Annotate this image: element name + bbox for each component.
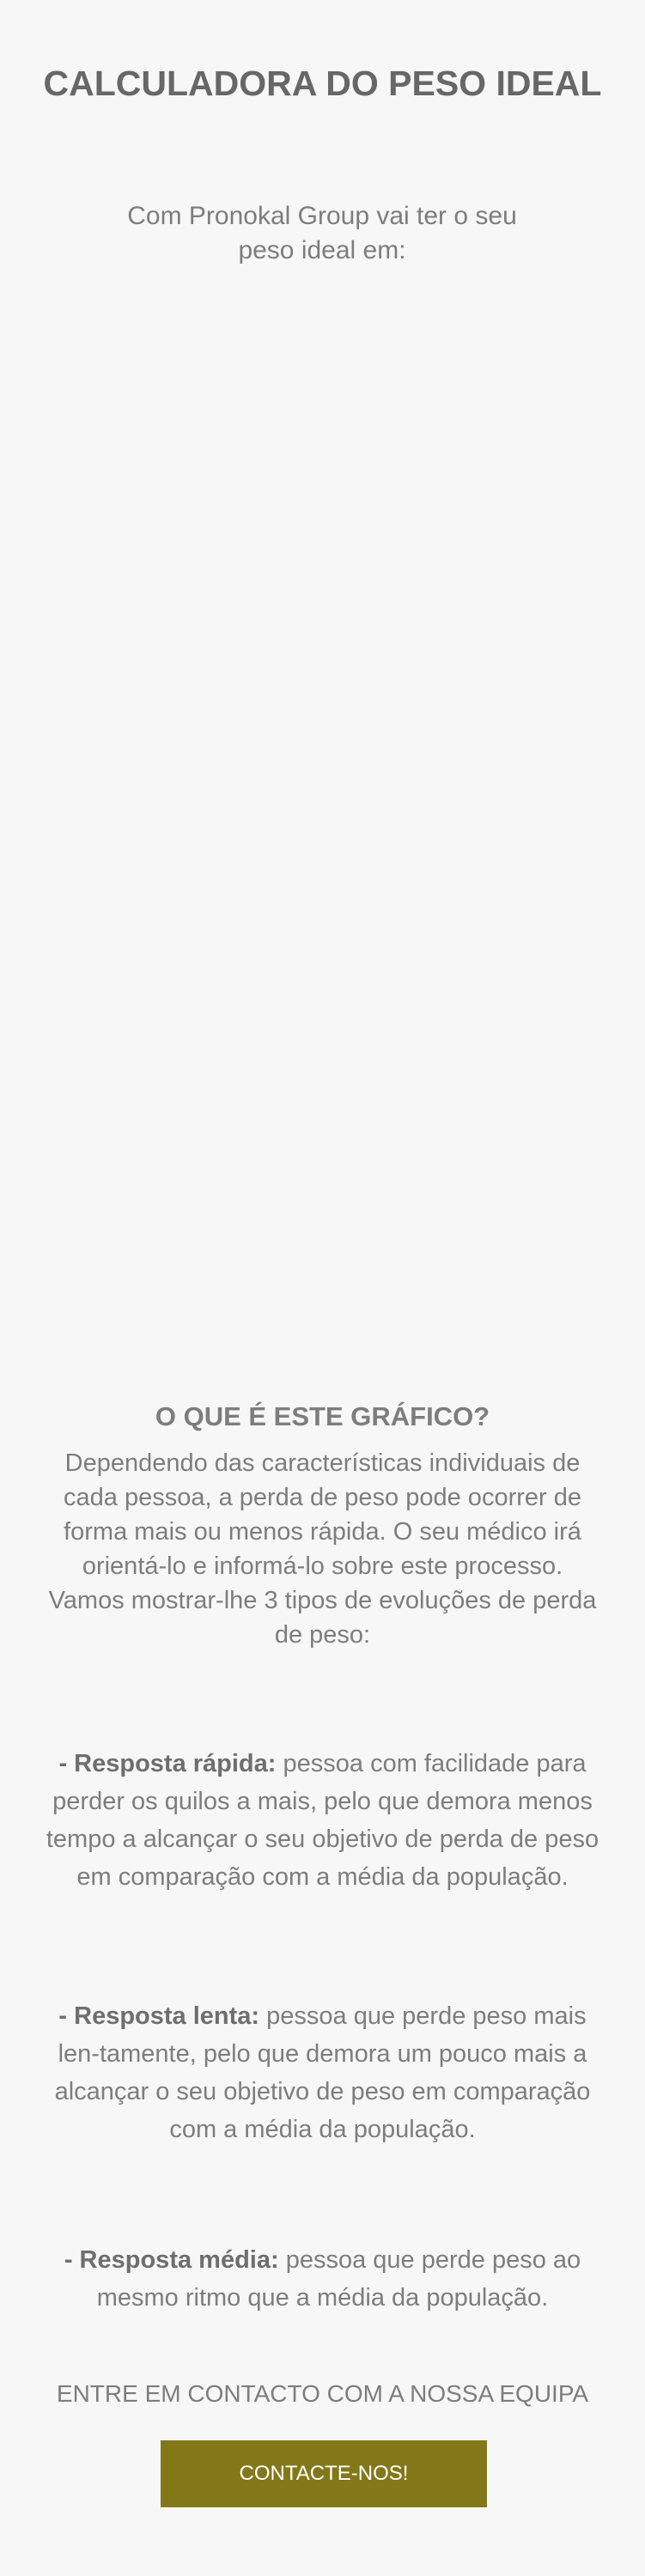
chart-area [0, 292, 645, 1357]
page-title: CALCULADORA DO PESO IDEAL [43, 64, 602, 103]
contact-button[interactable]: CONTACTE-NOS! [161, 2440, 487, 2507]
slow-response-description: - Resposta lenta: pessoa que perde peso … [36, 1997, 609, 2148]
medium-response-description: - Resposta média: pessoa que perde peso … [36, 2241, 609, 2317]
contact-prompt: ENTRE EM CONTACTO COM A NOSSA EQUIPA [56, 2380, 589, 2407]
slow-response-label: - Resposta lenta: [58, 2002, 260, 2030]
section-title: O QUE É ESTE GRÁFICO? [155, 1401, 490, 1431]
fast-response-label: - Resposta rápida: [58, 1750, 277, 1777]
intro-text: Com Pronokal Group vai ter o seu peso id… [127, 202, 517, 264]
section-description: Dependendo das características individua… [48, 1449, 597, 1649]
medium-response-label: - Resposta média: [64, 2246, 279, 2274]
fast-response-description: - Resposta rápida: pessoa com facilidade… [36, 1745, 609, 1896]
weight-calculator-page: CALCULADORA DO PESO IDEAL Com Pronokal G… [0, 0, 645, 2576]
